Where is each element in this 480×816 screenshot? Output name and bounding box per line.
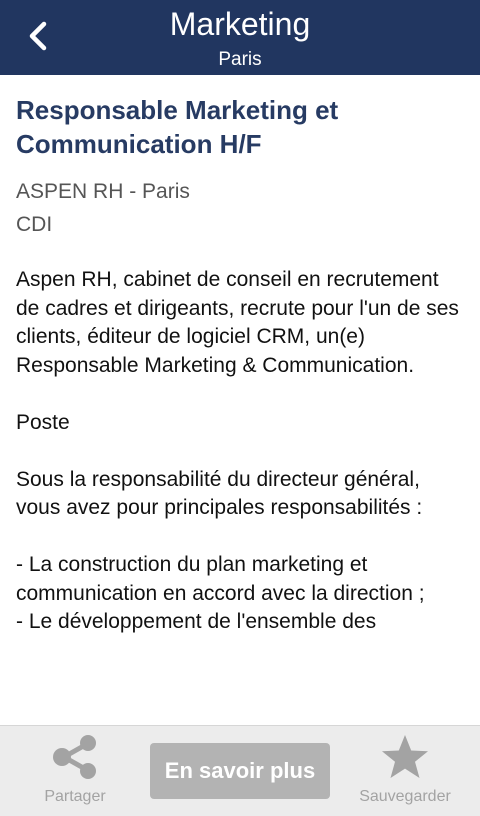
share-label: Partager [44,788,106,805]
job-description: Aspen RH, cabinet de conseil en recrutem… [16,268,459,633]
learn-more-button[interactable]: En savoir plus [150,743,330,799]
page-subtitle: Paris [218,49,262,70]
contract-type: CDI [16,213,53,236]
star-icon [382,735,428,778]
share-icon [53,735,96,779]
page-title: Marketing [169,6,311,42]
job-title: Responsable Marketing et Communication H… [16,95,339,159]
top-bar: Marketing Paris [0,0,480,75]
save-button[interactable]: Sauvegarder [345,734,465,806]
bottom-action-bar: Partager En savoir plus Sauvegarder [0,725,480,816]
share-button[interactable]: Partager [15,734,135,806]
job-meta: ASPEN RH - Paris CDI [16,175,466,241]
company-location: ASPEN RH - Paris [16,180,190,203]
job-detail-content[interactable]: Responsable Marketing et Communication H… [16,93,466,726]
save-label: Sauvegarder [359,788,451,805]
